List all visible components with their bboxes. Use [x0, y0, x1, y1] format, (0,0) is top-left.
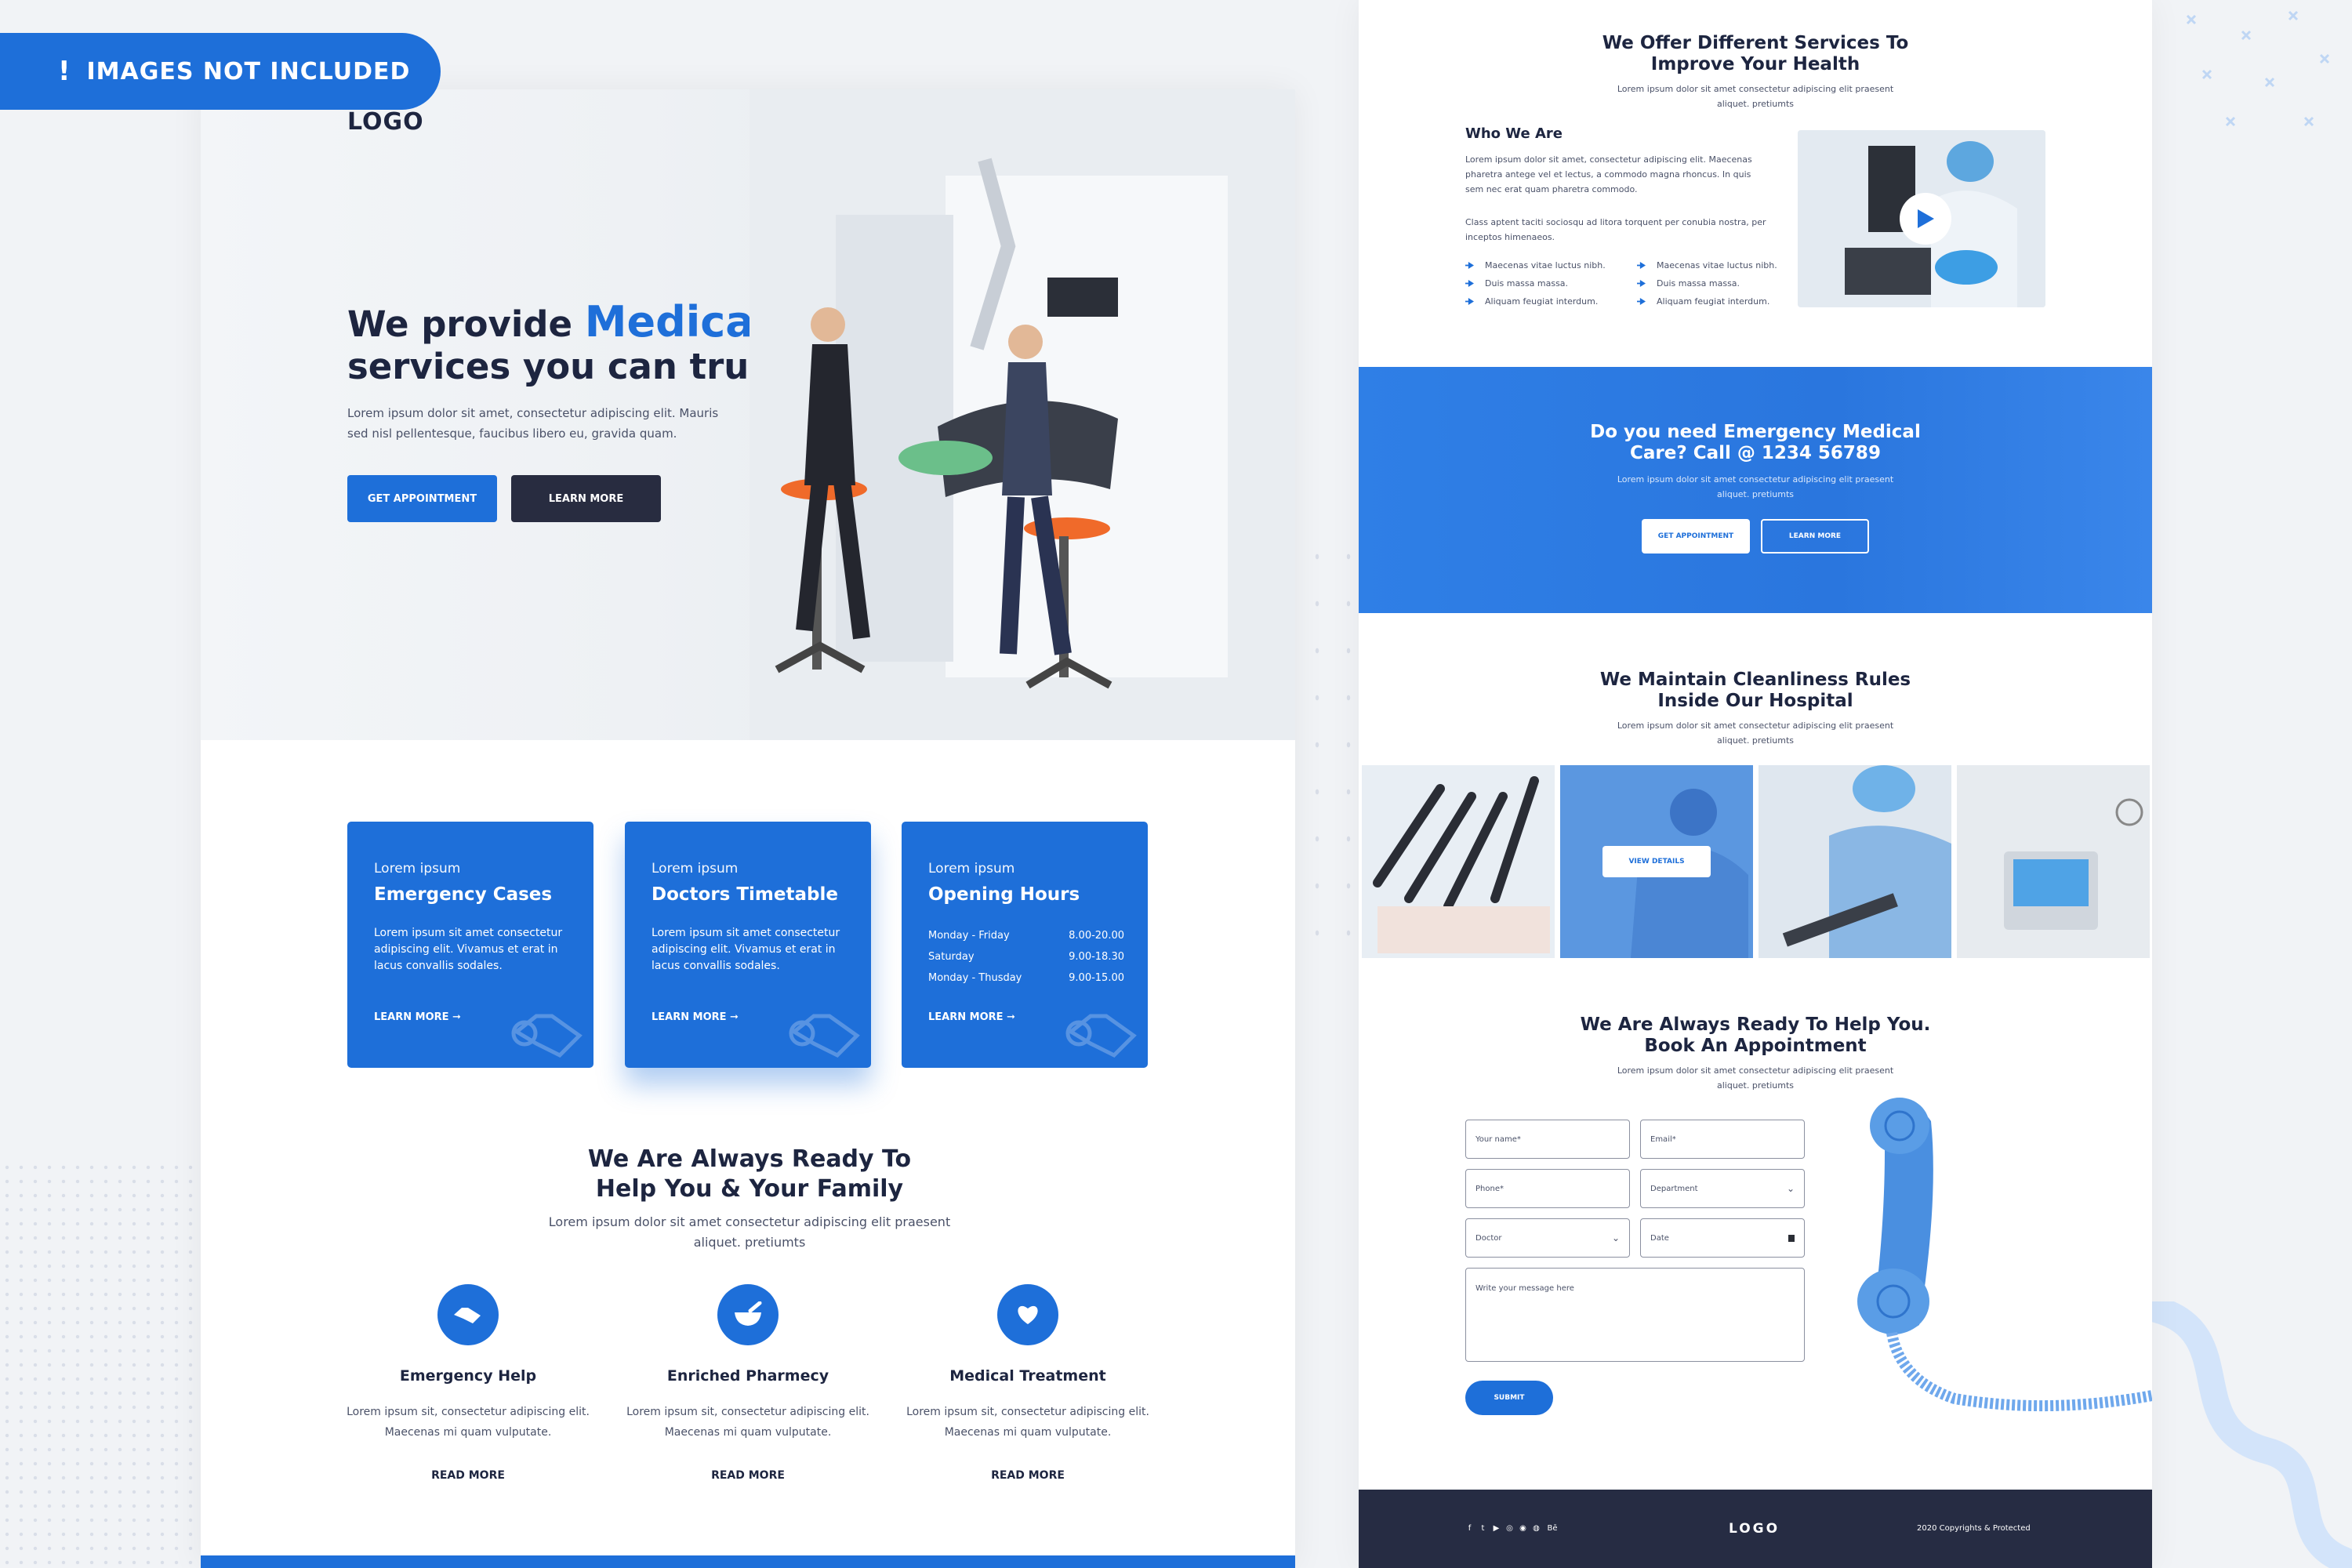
message-field[interactable]: Write your message here: [1465, 1268, 1805, 1362]
hero-section: LOGO We provide Medical services you can…: [201, 89, 1295, 740]
emergency-banner: Do you need Emergency Medical Care? Call …: [1359, 367, 2152, 613]
dot-pattern: [0, 1160, 196, 1568]
doctor-select[interactable]: Doctor ⌄: [1465, 1218, 1630, 1258]
view-details-button[interactable]: VIEW DETAILS: [1602, 846, 1711, 877]
opening-hours-list: Monday - Friday 8.00-20.00 Saturday 9.00-1…: [928, 930, 1124, 984]
facebook-icon[interactable]: f: [1465, 1524, 1474, 1533]
footer: f t ▶ ◎ ◉ ◍ Bē LOGO 2020 Copyrights & Pr…: [1359, 1490, 2152, 1568]
gallery-image-monitor[interactable]: [1957, 765, 2150, 958]
check-item: Duis massa massa.: [1637, 278, 1740, 289]
services-subtitle: Lorem ipsum dolor sit amet consectetur a…: [1617, 84, 1894, 109]
check-item: Maecenas vitae luctus nibh.: [1637, 260, 1777, 270]
read-more-link[interactable]: READ MORE: [895, 1469, 1161, 1482]
behance-icon[interactable]: Bē: [1545, 1524, 1559, 1533]
dribbble-icon[interactable]: ◉: [1519, 1524, 1527, 1533]
logo[interactable]: LOGO: [347, 108, 424, 136]
department-select[interactable]: Department ⌄: [1640, 1169, 1805, 1208]
dot-pattern: [1301, 533, 1356, 972]
learn-more-button[interactable]: LEARN MORE: [1761, 519, 1869, 554]
hero-title-highlight: Medical: [584, 297, 769, 347]
read-more-link[interactable]: READ MORE: [335, 1469, 601, 1482]
landing-page-preview: LOGO We provide Medical services you can…: [201, 89, 1295, 1568]
card-title: Doctors Timetable: [652, 884, 838, 905]
section-subtitle: Lorem ipsum dolor sit amet consectetur a…: [548, 1214, 951, 1250]
who-we-are-title: Who We Are: [1465, 125, 1563, 142]
video-thumbnail[interactable]: [1798, 130, 2045, 307]
handshake-icon: [511, 1014, 583, 1058]
submit-button[interactable]: SUBMIT: [1465, 1381, 1553, 1415]
chevron-down-icon: ⌄: [1611, 1232, 1620, 1243]
exclamation-icon: !: [58, 56, 71, 87]
dental-clinic-image: [750, 89, 1295, 740]
gallery-image-surgeons[interactable]: [1759, 765, 1951, 958]
footer-logo[interactable]: LOGO: [1729, 1521, 1780, 1537]
emergency-cases-card: Lorem ipsum Emergency Cases Lorem ipsum …: [347, 822, 593, 1068]
opening-hours-card: Lorem ipsum Opening Hours Monday - Frida…: [902, 822, 1148, 1068]
twitter-icon[interactable]: t: [1479, 1524, 1487, 1533]
emergency-subtitle: Lorem ipsum dolor sit amet consectetur a…: [1617, 474, 1894, 499]
gallery-image-surgery[interactable]: VIEW DETAILS: [1560, 765, 1753, 958]
doctors-timetable-card: Lorem ipsum Doctors Timetable Lorem ipsu…: [625, 822, 871, 1068]
email-field[interactable]: Email*: [1640, 1120, 1805, 1159]
read-more-link[interactable]: READ MORE: [615, 1469, 881, 1482]
calendar-icon: [1788, 1234, 1795, 1242]
feature-medical-treatment: Medical Treatment Lorem ipsum sit, conse…: [895, 1284, 1161, 1482]
feature-enriched-pharmacy: Enriched Pharmecy Lorem ipsum sit, conse…: [615, 1284, 881, 1482]
learn-more-button[interactable]: LEARN MORE: [511, 475, 661, 522]
pinterest-icon[interactable]: ◍: [1532, 1524, 1541, 1533]
get-appointment-button[interactable]: GET APPOINTMENT: [1642, 519, 1750, 554]
plus-pattern: [2186, 10, 2330, 127]
phone-field[interactable]: Phone*: [1465, 1169, 1630, 1208]
cleanliness-title: We Maintain Cleanliness Rules Inside Our …: [1599, 670, 1911, 711]
gallery-image-dental-tools[interactable]: [1362, 765, 1555, 958]
play-icon[interactable]: [1900, 193, 1951, 245]
cleanliness-subtitle: Lorem ipsum dolor sit amet consectetur a…: [1617, 720, 1894, 746]
handshake-icon: [789, 1014, 860, 1058]
chevron-down-icon: ⌄: [1786, 1183, 1795, 1194]
badge-text: IMAGES NOT INCLUDED: [86, 57, 411, 85]
emergency-title: Do you need Emergency Medical Care? Call …: [1590, 422, 1921, 463]
date-field[interactable]: Date: [1640, 1218, 1805, 1258]
telephone-receiver-image: [1857, 1098, 2152, 1412]
check-item: Duis massa massa.: [1465, 278, 1568, 289]
hero-description: Lorem ipsum dolor sit amet, consectetur …: [347, 406, 719, 441]
get-appointment-button[interactable]: GET APPOINTMENT: [347, 475, 497, 522]
check-item: Maecenas vitae luctus nibh.: [1465, 260, 1606, 270]
hero-title: We provide Medical services you can trus…: [347, 297, 804, 388]
section-title: We Are Always Ready To Help You & Your Fa…: [587, 1145, 912, 1203]
handshake-icon: [1065, 1014, 1137, 1058]
images-not-included-badge: ! IMAGES NOT INCLUDED: [0, 33, 441, 110]
heart-icon: [1018, 1305, 1038, 1324]
services-title: We Offer Different Services To Improve Yo…: [1602, 33, 1909, 74]
handshake-icon: [454, 1308, 481, 1323]
youtube-icon[interactable]: ▶: [1492, 1524, 1501, 1533]
inner-page-preview: We Offer Different Services To Improve Yo…: [1359, 0, 2152, 1568]
instagram-icon[interactable]: ◎: [1505, 1524, 1514, 1533]
card-title: Opening Hours: [928, 884, 1080, 905]
name-field[interactable]: Your name*: [1465, 1120, 1630, 1159]
bottom-bar: [201, 1555, 1295, 1568]
learn-more-link[interactable]: LEARN MORE ➞: [374, 1011, 461, 1023]
social-links: f t ▶ ◎ ◉ ◍ Bē: [1465, 1524, 1559, 1533]
appointment-subtitle: Lorem ipsum dolor sit amet consectetur a…: [1617, 1065, 1894, 1091]
feature-emergency-help: Emergency Help Lorem ipsum sit, consecte…: [335, 1284, 601, 1482]
mortar-pestle-icon: [735, 1301, 762, 1326]
copyright-text: 2020 Copyrights & Protected: [1917, 1524, 2031, 1533]
appointment-title: We Are Always Ready To Help You. Book An …: [1580, 1014, 1931, 1056]
check-item: Aliquam feugiat interdum.: [1465, 296, 1598, 307]
check-item: Aliquam feugiat interdum.: [1637, 296, 1769, 307]
learn-more-link[interactable]: LEARN MORE ➞: [928, 1011, 1015, 1023]
wave-decoration: [2148, 1301, 2352, 1568]
card-title: Emergency Cases: [374, 884, 553, 905]
learn-more-link[interactable]: LEARN MORE ➞: [652, 1011, 739, 1023]
